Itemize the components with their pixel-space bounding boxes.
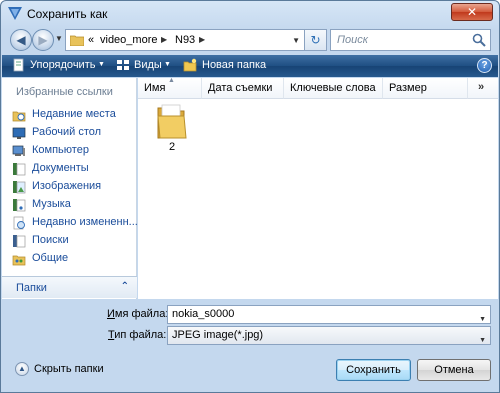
music-icon — [13, 199, 26, 212]
folder-icon — [157, 104, 187, 139]
back-arrow-icon: ◀ — [16, 33, 26, 47]
computer-icon — [12, 145, 25, 156]
new-folder-button[interactable]: Новая папка — [202, 59, 266, 71]
chevron-right-double-icon: » — [478, 81, 485, 93]
folder-name: 2 — [168, 141, 176, 153]
views-dropdown-icon[interactable]: ▼ — [164, 61, 171, 68]
filename-label-text: мя файла: — [114, 308, 169, 320]
help-label: ? — [481, 60, 488, 71]
save-button-label: Сохранить — [346, 364, 401, 376]
folders-label: Папки — [16, 282, 47, 294]
chevron-up-icon: ⌃ — [120, 281, 129, 292]
folders-toggle[interactable]: Папки ⌃ — [2, 276, 137, 298]
hide-folders-label: Скрыть папки — [34, 363, 104, 375]
cancel-button-label: Отмена — [434, 364, 474, 376]
filetype-label: Тип файла: — [108, 329, 166, 341]
filename-field[interactable]: nokia_s0000 ▼ — [167, 305, 491, 324]
organize-icon — [13, 58, 24, 72]
chevron-up-icon: ▲ — [15, 362, 29, 376]
more-columns-button[interactable]: » — [468, 78, 498, 99]
desktop-icon — [12, 127, 26, 139]
breadcrumb-n93[interactable]: N93 — [175, 34, 195, 46]
column-header-size[interactable]: Размер — [383, 78, 468, 99]
cancel-button[interactable]: Отмена — [417, 359, 491, 381]
title-bar: Сохранить как ✕ — [1, 1, 499, 25]
views-button[interactable]: Виды — [134, 59, 162, 71]
folder-item[interactable]: 2 — [152, 102, 192, 156]
refresh-button[interactable]: ↻ — [305, 29, 327, 51]
organize-button[interactable]: Упорядочить — [30, 59, 95, 71]
address-bar[interactable]: « video_more ▶ N93 ▶ ▼ — [65, 29, 305, 51]
new-folder-icon — [183, 58, 197, 72]
search-icon[interactable] — [472, 33, 486, 47]
public-icon — [12, 255, 26, 266]
searches-icon — [13, 235, 26, 248]
recently-changed-icon — [13, 216, 25, 230]
address-dropdown-icon[interactable]: ▼ — [292, 36, 300, 45]
folder-icon — [70, 35, 84, 46]
breadcrumb-separator-icon[interactable]: ▶ — [161, 35, 167, 44]
filetype-value: JPEG image(*.jpg) — [172, 329, 264, 341]
search-input[interactable]: Поиск — [330, 29, 491, 51]
column-header-name[interactable]: ▲ Имя — [138, 77, 202, 99]
window-title: Сохранить как — [27, 7, 108, 21]
column-header-date-taken[interactable]: Дата съемки — [202, 78, 284, 99]
filetype-dropdown-icon[interactable]: ▼ — [479, 332, 486, 349]
sort-ascending-icon: ▲ — [168, 77, 175, 84]
breadcrumb-separator-icon[interactable]: ▶ — [199, 35, 205, 44]
documents-icon — [13, 163, 26, 176]
navigation-pane: Избранные ссылки Недавние места Рабочий … — [2, 78, 138, 299]
search-placeholder: Поиск — [337, 34, 368, 46]
app-icon — [8, 7, 22, 20]
filetype-label-text: ип файла: — [114, 329, 167, 341]
command-bar: Упорядочить ▼ Виды ▼ Новая папка ? — [2, 55, 498, 77]
close-icon: ✕ — [466, 5, 478, 19]
filename-value: nokia_s0000 — [172, 308, 235, 320]
filename-label: Имя файла: — [107, 308, 168, 320]
save-as-dialog: Сохранить как ✕ ◀ ▶ ▼ « video_more ▶ N93… — [0, 0, 500, 393]
organize-dropdown-icon[interactable]: ▼ — [98, 61, 105, 68]
forward-arrow-icon: ▶ — [38, 33, 48, 47]
help-icon[interactable]: ? — [477, 58, 492, 73]
file-list[interactable]: ▲ Имя Дата съемки Ключевые слова Размер … — [138, 77, 498, 299]
filetype-select[interactable]: JPEG image(*.jpg) ▼ — [167, 326, 491, 345]
recent-pages-dropdown[interactable]: ▼ — [55, 34, 63, 43]
recent-places-icon — [12, 111, 26, 122]
favorite-links-heading: Избранные ссылки — [16, 86, 113, 98]
column-header-keywords[interactable]: Ключевые слова — [284, 78, 383, 99]
breadcrumb-video-more[interactable]: video_more — [100, 34, 157, 46]
back-button[interactable]: ◀ — [10, 29, 32, 51]
breadcrumb-overflow[interactable]: « — [88, 34, 94, 46]
views-icon — [117, 60, 129, 70]
refresh-icon: ↻ — [310, 33, 321, 47]
close-button[interactable]: ✕ — [451, 3, 493, 21]
filename-label-accelerator: И — [107, 308, 115, 320]
save-button[interactable]: Сохранить — [336, 359, 411, 381]
forward-button[interactable]: ▶ — [32, 29, 54, 51]
pictures-icon — [13, 181, 26, 194]
